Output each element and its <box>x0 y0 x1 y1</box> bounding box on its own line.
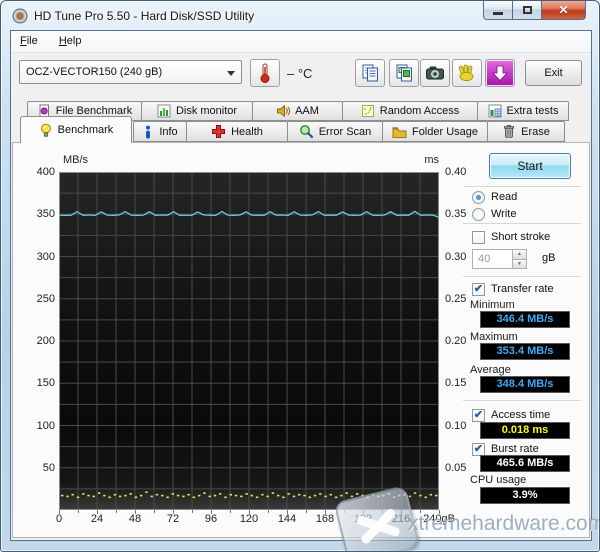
client-area: File Help OCZ-VECTOR150 (240 gB) – °C Ex… <box>10 30 599 551</box>
axis-tick-label: 50 <box>42 461 55 474</box>
axis-tickmark <box>306 510 307 513</box>
spinner-buttons: ▲ ▼ <box>512 250 526 268</box>
maximum-label: Maximum <box>470 331 518 343</box>
benchmark-chart <box>59 172 439 510</box>
left-axis-title: MB/s <box>63 154 89 166</box>
minimize-icon <box>493 11 503 15</box>
separator <box>463 186 581 188</box>
axis-tickmark <box>287 510 288 514</box>
read-option[interactable]: Read <box>472 190 517 204</box>
access-time-value: 0.018 ms <box>480 422 570 439</box>
burst-rate-option[interactable]: ✔ Burst rate <box>472 442 539 456</box>
close-icon: ✕ <box>558 3 569 17</box>
average-value: 348.4 MB/s <box>480 376 570 393</box>
burst-rate-checkbox[interactable]: ✔ <box>472 442 485 456</box>
separator <box>463 276 581 278</box>
cpu-usage-label: CPU usage <box>470 474 527 486</box>
window-title: HD Tune Pro 5.50 - Hard Disk/SSD Utility <box>34 9 255 23</box>
axis-tick-label: 0.05 <box>445 461 467 474</box>
app-window: HD Tune Pro 5.50 - Hard Disk/SSD Utility… <box>0 0 600 552</box>
axis-tickmark <box>173 510 174 514</box>
watermark-text: xtremehardware.com <box>408 512 600 535</box>
access-time-label: Access time <box>491 409 551 421</box>
separator <box>463 223 581 225</box>
transfer-rate-option[interactable]: ✔ Transfer rate <box>472 282 554 296</box>
burst-rate-label: Burst rate <box>491 443 539 455</box>
axis-tick-label: 300 <box>36 250 55 263</box>
capacity-value: 40 <box>478 253 491 265</box>
window-controls: ✕ <box>483 1 586 20</box>
tab-benchmark-active[interactable]: Benchmark <box>20 116 132 143</box>
capacity-spinner[interactable]: 40 ▲ ▼ <box>472 249 527 269</box>
transfer-rate-label: Transfer rate <box>491 283 554 295</box>
minimum-value: 346.4 MB/s <box>480 311 570 328</box>
read-label: Read <box>491 191 518 203</box>
axis-tick-label: 150 <box>36 377 55 390</box>
axis-tickmark <box>325 510 326 514</box>
short-stroke-checkbox[interactable] <box>472 230 485 244</box>
write-label: Write <box>491 208 517 220</box>
burst-rate-value: 465.6 MB/s <box>480 455 570 472</box>
minimize-button[interactable] <box>483 1 512 20</box>
short-stroke-option[interactable]: Short stroke <box>472 230 550 244</box>
right-axis-title: ms <box>424 154 439 166</box>
start-button[interactable]: Start <box>489 153 571 179</box>
maximize-button[interactable] <box>512 1 541 20</box>
tab-label: Benchmark <box>57 124 114 136</box>
minimum-label: Minimum <box>470 299 515 311</box>
axis-tickmark <box>116 510 117 513</box>
start-label: Start <box>517 159 543 173</box>
transfer-rate-checkbox[interactable]: ✔ <box>472 282 485 296</box>
maximum-value: 353.4 MB/s <box>480 343 570 360</box>
benchmark-plot <box>59 172 439 510</box>
write-option[interactable]: Write <box>472 207 516 221</box>
axis-tick-label: 100 <box>36 419 55 432</box>
axis-tickmark <box>59 510 60 514</box>
axis-tick-label: 350 <box>36 208 55 221</box>
axis-tickmark <box>211 510 212 514</box>
axis-tickmark <box>78 510 79 513</box>
axis-tickmark <box>249 510 250 514</box>
chart-layer: MB/s ms 400 350 300 250 200 150 100 50 0.40 0.35… <box>11 31 599 551</box>
axis-tick-label: 0.40 <box>445 166 467 178</box>
axis-tick-label: 250 <box>36 292 55 305</box>
cpu-usage-value: 3.9% <box>480 487 570 504</box>
axis-tick-label: 0.15 <box>445 377 467 390</box>
spinner-down-button[interactable]: ▼ <box>512 258 526 268</box>
access-time-checkbox[interactable]: ✔ <box>472 408 485 422</box>
write-radio[interactable] <box>472 207 485 221</box>
title-bar[interactable]: HD Tune Pro 5.50 - Hard Disk/SSD Utility… <box>1 1 599 30</box>
axis-tickmark <box>97 510 98 514</box>
separator <box>463 400 581 402</box>
axis-tick-label: 200 <box>36 335 55 347</box>
spinner-up-button[interactable]: ▲ <box>512 250 526 259</box>
close-button[interactable]: ✕ <box>541 1 586 20</box>
read-radio[interactable] <box>472 190 485 204</box>
axis-tick-label: 400 <box>36 166 55 178</box>
short-stroke-label: Short stroke <box>491 231 551 243</box>
axis-tickmark <box>230 510 231 513</box>
access-time-option[interactable]: ✔ Access time <box>472 408 550 422</box>
axis-tickmark <box>192 510 193 513</box>
lightbulb-icon <box>39 123 53 138</box>
axis-tickmark <box>268 510 269 513</box>
axis-tickmark <box>135 510 136 514</box>
axis-tickmark <box>154 510 155 513</box>
maximize-icon <box>522 6 532 14</box>
capacity-unit-label: gB <box>542 252 556 264</box>
app-icon <box>12 8 28 24</box>
average-label: Average <box>470 364 511 376</box>
